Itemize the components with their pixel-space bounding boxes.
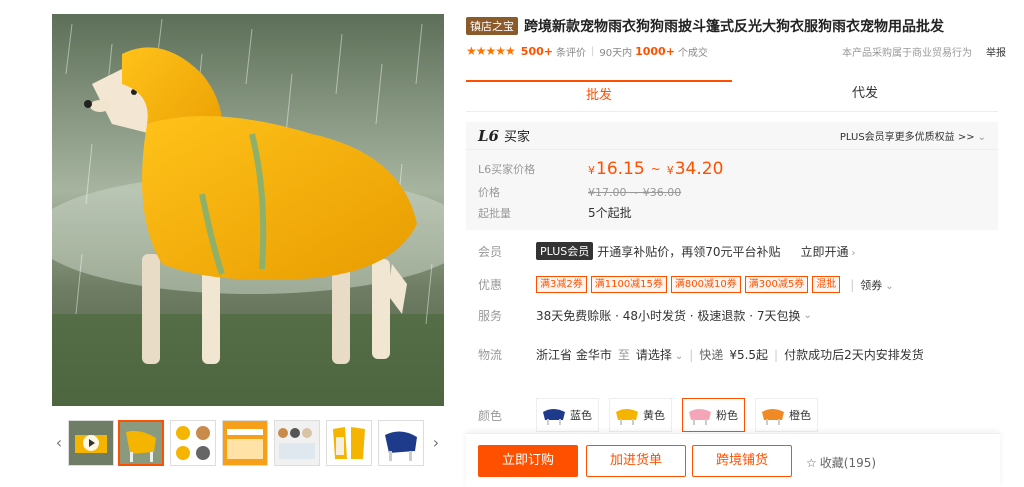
color-label: 颜色: [478, 408, 503, 423]
shop-badge: 镇店之宝: [466, 17, 518, 35]
mixed-batch-tag[interactable]: 混批: [812, 276, 841, 293]
service-text: 38天免费赊账 · 48小时发货 · 极速退款 · 7天包换: [536, 309, 801, 323]
moq-value: 5个起批: [588, 206, 632, 220]
price-low: ¥16.15: [588, 159, 645, 179]
service-row: 服务 38天免费赊账 · 48小时发货 · 极速退款 · 7天包换 ⌄: [478, 307, 812, 324]
thumbnail-yellow-coat[interactable]: [118, 420, 164, 466]
plus-benefits-link[interactable]: PLUS会员享更多优质权益 >> ⌄: [840, 128, 986, 143]
service-label: 服务: [478, 309, 503, 323]
thumbnail-video[interactable]: [68, 420, 114, 466]
member-row: 会员 PLUS会员 开通享补贴价，再领70元平台补贴 立即开通 ›: [478, 242, 856, 260]
price-tilde: ~: [650, 162, 661, 176]
sold-count: 1000+: [635, 44, 675, 58]
price-box: L6 买家 PLUS会员享更多优质权益 >> ⌄ L6买家价格 ¥16.15 ~ …: [466, 122, 998, 230]
thumbnail-blue-coat[interactable]: [378, 420, 424, 466]
thumbnail-detail-sheet[interactable]: [170, 420, 216, 466]
member-level-name: 买家: [503, 130, 530, 145]
ship-to-word: 至: [617, 348, 630, 362]
get-coupons-link[interactable]: 领券 ⌄: [860, 277, 893, 293]
coupon-tag[interactable]: 满300减5券: [744, 276, 809, 293]
rating-stars-icon: ★★★★★: [466, 44, 516, 58]
thumbnail-next-arrow[interactable]: ›: [429, 432, 443, 454]
color-option-orange[interactable]: 橙色: [755, 398, 818, 432]
destination-select[interactable]: 请选择 ⌄: [636, 346, 683, 363]
yellow-coat-icon: [616, 409, 638, 425]
price-box-header: L6 买家 PLUS会员享更多优质权益 >> ⌄: [466, 122, 998, 150]
logistics-row: 物流 浙江省 金华市 至 请选择 ⌄ | 快递 ¥5.5起 | 付款成功后2天内安…: [478, 346, 924, 363]
chevron-down-icon: ⌄: [674, 351, 684, 362]
member-label: 会员: [478, 244, 503, 259]
tab-wholesale[interactable]: 批发: [466, 80, 732, 111]
original-price-label: 价格: [478, 186, 500, 199]
main-product-image[interactable]: [52, 14, 444, 406]
color-option-yellow[interactable]: 黄色: [609, 398, 672, 432]
price-high: ¥34.20: [666, 159, 724, 179]
moq-row: 起批量 5个起批: [478, 204, 632, 221]
sold-period: 90天内: [599, 47, 633, 59]
color-row: 颜色 蓝色 黄色 粉色 橙色: [478, 398, 828, 432]
meta-right: 本产品采购属于商业贸易行为 举报: [842, 44, 1006, 59]
coupon-tag[interactable]: 满3减2券: [536, 276, 587, 293]
chevron-down-icon: ⌄: [977, 132, 986, 143]
review-count[interactable]: 500+: [521, 45, 553, 58]
thumbnail-size-chart[interactable]: [222, 420, 268, 466]
promo-row: 优惠 满3减2券 满1100减15券 满800减10券 满300减5券 混批 |…: [478, 276, 894, 293]
pink-coat-icon: [689, 409, 711, 425]
favorite-button[interactable]: ☆ 收藏(195): [806, 454, 876, 471]
chevron-down-icon[interactable]: ⌄: [804, 310, 812, 321]
report-link[interactable]: 举报: [986, 44, 1006, 59]
original-price-row: 价格 ¥17.00 ~ ¥36.00: [478, 184, 681, 200]
ship-from: 浙江省 金华市: [536, 348, 612, 362]
cross-border-button[interactable]: 跨境铺货: [692, 445, 792, 477]
moq-label: 起批量: [478, 206, 511, 220]
tab-dropship[interactable]: 代发: [732, 80, 998, 111]
title-row: 镇店之宝 跨境新款宠物雨衣狗狗雨披斗篷式反光大狗衣服狗雨衣宠物用品批发: [466, 14, 1006, 38]
thumbnail-multi-dogs[interactable]: [274, 420, 320, 466]
original-price: ¥17.00 ~ ¥36.00: [588, 185, 682, 199]
trade-note: 本产品采购属于商业贸易行为: [842, 47, 972, 59]
sold-label: 个成交: [677, 47, 708, 59]
member-promo-text: 开通享补贴价，再领70元平台补贴: [597, 244, 781, 259]
shipping-fee: ¥5.5起: [729, 348, 769, 362]
orange-coat-icon: [762, 409, 784, 425]
buyer-price-row: L6买家价格 ¥16.15 ~ ¥34.20: [478, 159, 723, 179]
buyer-price-label: L6买家价格: [478, 163, 536, 176]
member-level: L6: [478, 126, 499, 145]
coupon-tag[interactable]: 满800减10券: [670, 276, 741, 293]
purchase-mode-tabs: 批发 代发: [466, 80, 998, 112]
star-outline-icon: ☆: [806, 455, 817, 470]
activate-plus-link[interactable]: 立即开通 ›: [801, 243, 856, 260]
chevron-right-icon: ›: [851, 247, 856, 259]
logistics-divider: |: [774, 347, 779, 362]
thumbnail-prev-arrow[interactable]: ‹: [52, 432, 66, 454]
review-label: 条评价: [555, 47, 586, 59]
plus-member-badge: PLUS会员: [536, 242, 594, 260]
buy-bar: 立即订购 加进货单 跨境铺货 ☆ 收藏(195): [466, 433, 1000, 487]
express-label: 快递: [699, 348, 724, 362]
logistics-label: 物流: [478, 348, 503, 362]
blue-coat-icon: [543, 409, 565, 425]
promo-label: 优惠: [478, 278, 503, 292]
color-option-pink[interactable]: 粉色: [682, 398, 745, 432]
product-title: 跨境新款宠物雨衣狗狗雨披斗篷式反光大狗衣服狗雨衣宠物用品批发: [524, 19, 944, 35]
meta-divider: |: [590, 45, 595, 57]
ship-note: 付款成功后2天内安排发货: [784, 348, 924, 362]
thumbnail-coat-front-back[interactable]: [326, 420, 372, 466]
promo-divider: |: [850, 277, 855, 292]
meta-row: ★★★★★ 500+ 条评价 | 90天内 1000+ 个成交 本产品采购属于商…: [466, 42, 1006, 60]
buy-now-button[interactable]: 立即订购: [478, 445, 578, 477]
chevron-down-icon: ⌄: [885, 280, 894, 292]
logistics-divider: |: [689, 347, 694, 362]
add-to-cart-button[interactable]: 加进货单: [586, 445, 686, 477]
thumbnail-strip: ‹ ›: [52, 418, 444, 470]
color-option-blue[interactable]: 蓝色: [536, 398, 599, 432]
coupon-tag[interactable]: 满1100减15券: [590, 276, 667, 293]
